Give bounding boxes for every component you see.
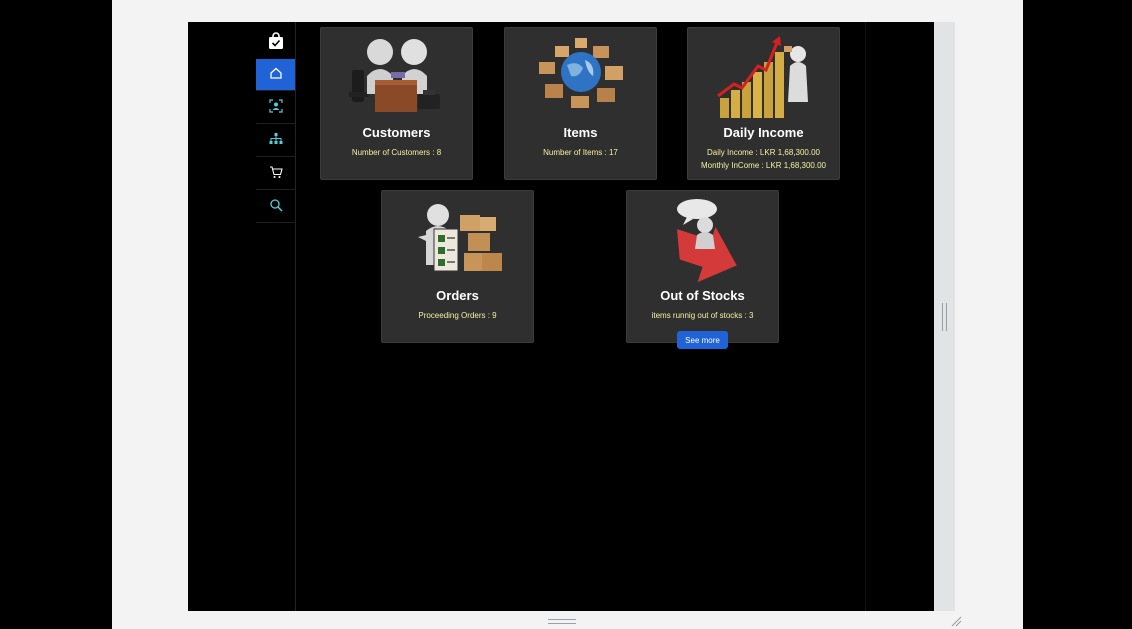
shopping-bag-logo-icon[interactable] — [256, 24, 295, 58]
monthly-income-value: Monthly InCome : LKR 1,68,300.00 — [701, 161, 826, 170]
search-icon — [269, 197, 283, 216]
sitemap-icon — [269, 131, 283, 150]
daily-income-card[interactable]: Daily Income Daily Income : LKR 1,68,300… — [687, 27, 840, 180]
sidebar-item-search[interactable] — [256, 191, 295, 223]
sidebar — [256, 22, 296, 611]
items-count: Number of Items : 17 — [543, 148, 618, 157]
items-card[interactable]: Items Number of Items : 17 — [504, 27, 657, 180]
sidebar-item-home[interactable] — [256, 59, 295, 91]
resize-corner-icon[interactable] — [950, 615, 962, 627]
horizontal-resize-handle[interactable] — [548, 619, 576, 624]
out-of-stocks-title: Out of Stocks — [660, 288, 745, 303]
orders-card[interactable]: Orders Proceeding Orders : 9 — [381, 190, 534, 343]
customers-card[interactable]: Customers Number of Customers : 8 — [320, 27, 473, 180]
home-icon — [269, 65, 283, 84]
sidebar-item-cart[interactable] — [256, 158, 295, 190]
app-viewport: Customers Number of Customers : 8 Items … — [188, 22, 934, 611]
daily-income-value: Daily Income : LKR 1,68,300.00 — [707, 148, 820, 157]
customers-title: Customers — [362, 125, 431, 140]
cart-icon — [269, 164, 283, 183]
customers-illustration-icon — [349, 39, 440, 112]
orders-checklist-illustration-icon — [418, 204, 502, 272]
sidebar-item-sitemap[interactable] — [256, 125, 295, 157]
daily-income-title: Daily Income — [723, 125, 804, 140]
customer-icon — [268, 98, 283, 117]
content-divider — [865, 22, 866, 611]
items-globe-illustration-icon — [539, 38, 623, 108]
right-resize-panel — [934, 22, 955, 611]
vertical-resize-handle[interactable] — [942, 303, 947, 331]
sidebar-item-customers[interactable] — [256, 92, 295, 124]
see-more-button[interactable]: See more — [677, 331, 728, 349]
out-of-stock-arrow-illustration-icon — [676, 199, 737, 283]
items-title: Items — [563, 125, 598, 140]
income-coins-illustration-icon — [717, 36, 808, 118]
orders-count: Proceeding Orders : 9 — [418, 311, 497, 320]
customers-count: Number of Customers : 8 — [351, 148, 442, 157]
orders-title: Orders — [436, 288, 479, 303]
out-of-stocks-card[interactable]: Out of Stocks items runnig out of stocks… — [626, 190, 779, 343]
out-of-stocks-count: items runnig out of stocks : 3 — [651, 311, 754, 320]
